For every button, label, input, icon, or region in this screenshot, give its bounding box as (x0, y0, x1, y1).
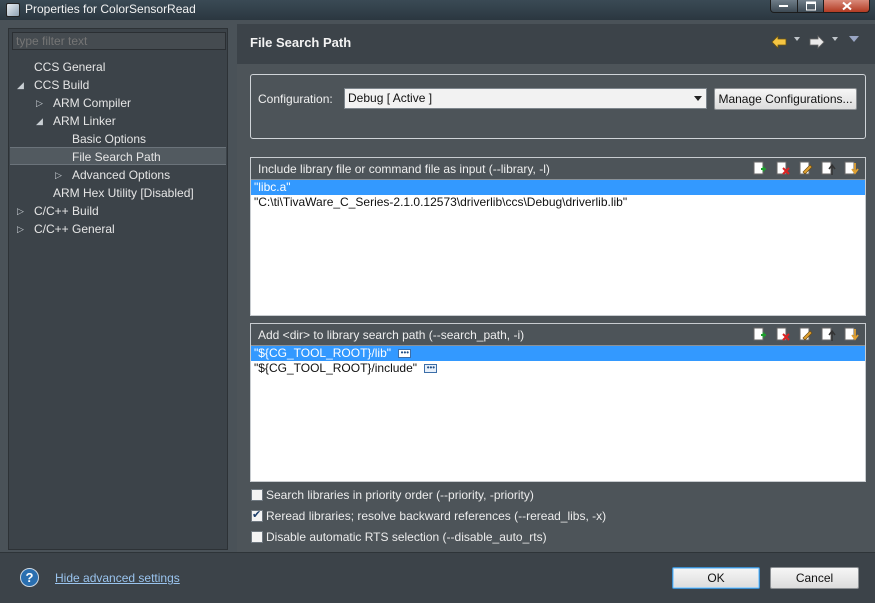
list-item[interactable]: "${CG_TOOL_ROOT}/lib" ••• (251, 346, 865, 361)
tree-item-cpp-build[interactable]: ▷ C/C++ Build (9, 202, 225, 220)
list-item[interactable]: "libc.a" (251, 180, 865, 195)
forward-dropdown-icon[interactable] (832, 37, 838, 41)
library-files-header: Include library file or command file as … (251, 158, 865, 180)
window-title: Properties for ColorSensorRead (25, 2, 196, 16)
edit-icon[interactable] (798, 327, 813, 342)
filter-input[interactable] (12, 32, 226, 50)
tree-item-label: ARM Compiler (53, 96, 132, 110)
move-down-icon[interactable] (844, 327, 859, 342)
maximize-button[interactable] (797, 0, 824, 13)
move-down-icon[interactable] (844, 161, 859, 176)
configuration-selected-value: Debug [ Active ] (348, 91, 433, 105)
view-menu-icon[interactable] (849, 36, 859, 42)
collapsed-twisty-icon[interactable]: ▷ (55, 166, 65, 184)
library-files-list[interactable]: "libc.a" "C:\ti\TivaWare_C_Series-2.1.0.… (251, 180, 865, 315)
close-icon (841, 1, 852, 11)
configuration-label: Configuration: (258, 92, 333, 106)
chevron-down-icon (694, 96, 702, 101)
ok-button[interactable]: OK (672, 567, 760, 589)
hide-advanced-settings-link[interactable]: Hide advanced settings (55, 571, 180, 585)
collapsed-twisty-icon[interactable]: ▷ (17, 220, 27, 238)
back-arrow-icon[interactable] (771, 35, 787, 49)
expanded-twisty-icon[interactable]: ◢ (36, 112, 46, 130)
search-path-panel: Add <dir> to library search path (--sear… (250, 323, 866, 482)
collapsed-twisty-icon[interactable]: ▷ (36, 94, 46, 112)
expanded-twisty-icon[interactable]: ◢ (17, 76, 27, 94)
add-icon[interactable] (752, 161, 767, 176)
move-up-icon[interactable] (821, 161, 836, 176)
move-up-icon[interactable] (821, 327, 836, 342)
checkbox-label: Reread libraries; resolve backward refer… (266, 509, 607, 523)
collapsed-twisty-icon[interactable]: ▷ (17, 202, 27, 220)
tree-item-arm-linker[interactable]: ◢ ARM Linker (9, 112, 225, 130)
library-files-panel: Include library file or command file as … (250, 157, 866, 316)
tree-item-arm-hex-utility[interactable]: ARM Hex Utility [Disabled] (9, 184, 225, 202)
help-icon[interactable]: ? (20, 568, 39, 587)
tree-item-arm-compiler[interactable]: ▷ ARM Compiler (9, 94, 225, 112)
cancel-button[interactable]: Cancel (770, 567, 859, 589)
list-item-text: "${CG_TOOL_ROOT}/lib" (254, 346, 392, 360)
disable-auto-rts-checkbox[interactable] (251, 531, 263, 543)
search-path-title: Add <dir> to library search path (--sear… (258, 328, 525, 342)
forward-arrow-icon[interactable] (809, 35, 825, 49)
delete-icon[interactable] (775, 327, 790, 342)
checkbox-label: Search libraries in priority order (--pr… (266, 488, 534, 502)
more-icon[interactable]: ••• (424, 364, 438, 374)
list-item[interactable]: "${CG_TOOL_ROOT}/include" ••• (251, 361, 865, 376)
priority-order-checkbox[interactable] (251, 489, 263, 501)
minimize-icon (779, 5, 788, 7)
search-path-list[interactable]: "${CG_TOOL_ROOT}/lib" ••• "${CG_TOOL_ROO… (251, 346, 865, 481)
tree-item-file-search-path[interactable]: File Search Path (10, 147, 226, 165)
page-header: File Search Path (237, 24, 875, 64)
back-dropdown-icon[interactable] (794, 37, 800, 41)
delete-icon[interactable] (775, 161, 790, 176)
edit-icon[interactable] (798, 161, 813, 176)
maximize-icon (805, 1, 816, 11)
search-path-header: Add <dir> to library search path (--sear… (251, 324, 865, 346)
tree-item-label: Basic Options (72, 132, 147, 146)
library-files-title: Include library file or command file as … (258, 162, 550, 176)
page-title: File Search Path (250, 35, 352, 50)
tree-item-label: ARM Hex Utility [Disabled] (53, 186, 194, 200)
title-bar: Properties for ColorSensorRead (0, 0, 875, 20)
more-icon[interactable]: ••• (398, 349, 412, 359)
tree-item-label: File Search Path (72, 150, 161, 164)
configuration-select[interactable]: Debug [ Active ] (344, 88, 707, 109)
tree-item-basic-options[interactable]: Basic Options (9, 130, 225, 148)
manage-configurations-button[interactable]: Manage Configurations... (714, 88, 857, 110)
minimize-button[interactable] (770, 0, 798, 13)
tree-item-ccs-build[interactable]: ◢ CCS Build (9, 76, 225, 94)
window-app-icon (6, 3, 20, 17)
close-button[interactable] (823, 0, 870, 13)
tree-item-label: ARM Linker (53, 114, 116, 128)
tree-item-label: CCS General (34, 60, 106, 74)
tree-item-label: Advanced Options (72, 168, 171, 182)
tree-item-label: C/C++ Build (34, 204, 99, 218)
list-item-text: "${CG_TOOL_ROOT}/include" (254, 361, 418, 375)
checkbox-label: Disable automatic RTS selection (--disab… (266, 530, 547, 544)
add-icon[interactable] (752, 327, 767, 342)
tree-item-ccs-general[interactable]: CCS General (9, 58, 225, 76)
reread-libraries-checkbox[interactable] (251, 508, 263, 522)
tree-item-label: C/C++ General (34, 222, 115, 236)
preferences-tree-pane: CCS General ◢ CCS Build ▷ ARM Compiler ◢… (8, 28, 228, 550)
tree-item-cpp-general[interactable]: ▷ C/C++ General (9, 220, 225, 238)
list-item[interactable]: "C:\ti\TivaWare_C_Series-2.1.0.12573\dri… (251, 195, 865, 210)
tree-item-advanced-options[interactable]: ▷ Advanced Options (9, 166, 225, 184)
tree-item-label: CCS Build (34, 78, 90, 92)
